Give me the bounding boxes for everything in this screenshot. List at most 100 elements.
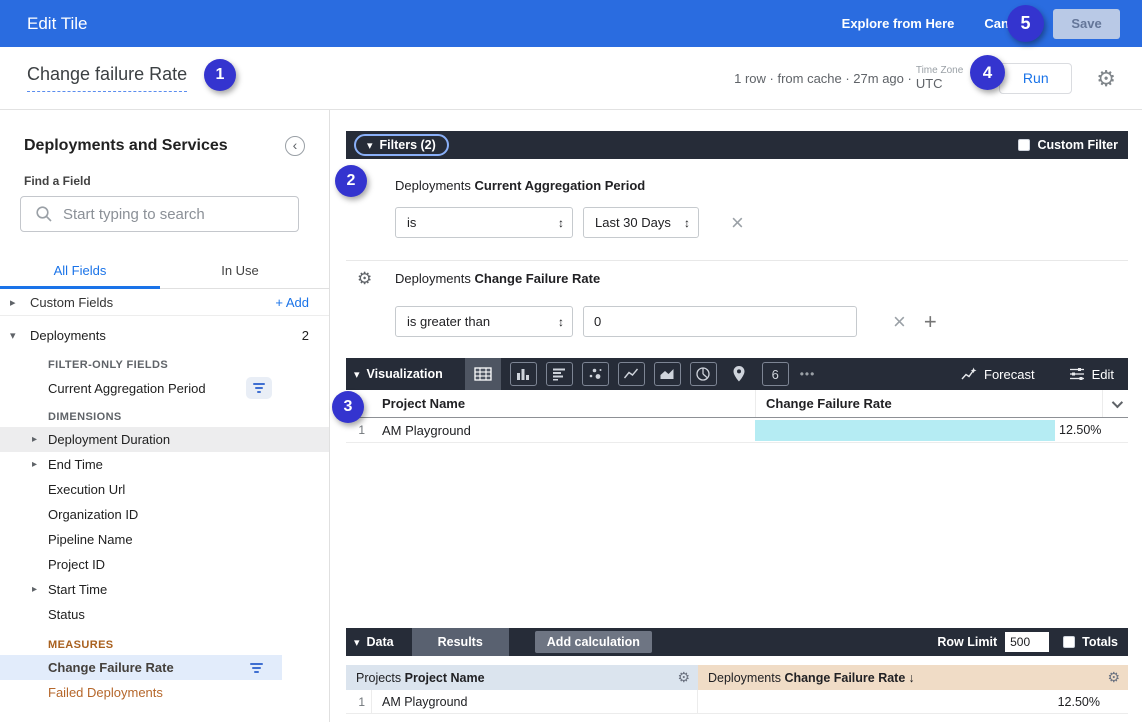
edit-visualization-button[interactable]: Edit <box>1069 366 1114 382</box>
chevron-right-icon[interactable]: ▸ <box>10 296 30 309</box>
run-button[interactable]: Run <box>999 63 1072 94</box>
more-visualizations-icon[interactable]: ••• <box>800 367 816 381</box>
scatter-chart-icon[interactable] <box>582 362 609 386</box>
explore-from-here-link[interactable]: Explore from Here <box>842 16 955 31</box>
sort-descending-icon: ↓ <box>908 671 914 685</box>
filter-gear-icon[interactable]: ⚙ <box>357 269 372 289</box>
project-name-cell: AM Playground <box>372 690 698 713</box>
filter-only-fields-header: FILTER-ONLY FIELDS <box>0 349 329 375</box>
remove-filter-icon[interactable]: × <box>731 212 744 234</box>
forecast-button[interactable]: Forecast <box>961 366 1035 382</box>
bar-chart-icon[interactable] <box>510 362 537 386</box>
field-project-id[interactable]: Project ID <box>0 552 329 577</box>
vis-table-header: Project Name Change Failure Rate <box>346 390 1128 418</box>
column-header-change-failure-rate[interactable]: Change Failure Rate <box>755 390 1102 417</box>
pie-chart-icon[interactable] <box>690 362 717 386</box>
timezone-label: Time Zone <box>916 66 963 76</box>
visualization-section-bar: ▾ Visualization <box>346 358 1128 390</box>
add-calculation-button[interactable]: Add calculation <box>535 631 652 653</box>
collapse-sidebar-icon[interactable]: ‹ <box>285 136 305 156</box>
annotation-badge-5: 5 <box>1007 5 1044 42</box>
custom-filter-checkbox[interactable] <box>1018 139 1030 151</box>
add-filter-icon[interactable]: + <box>924 311 937 333</box>
filter-1-controls: is ↕ Last 30 Days ↕ × <box>395 207 744 238</box>
custom-filter-label: Custom Filter <box>1037 138 1118 152</box>
settings-gear-icon[interactable]: ⚙ <box>1096 69 1116 88</box>
field-organization-id[interactable]: Organization ID <box>0 502 329 527</box>
row-limit-input[interactable] <box>1005 632 1049 652</box>
explore-main-panel: ▾ Filters (2) Custom Filter Deployments … <box>331 110 1142 722</box>
annotation-badge-1: 1 <box>204 59 236 91</box>
filter-active-icon[interactable] <box>246 377 272 399</box>
chevron-down-icon[interactable]: ▾ <box>354 636 360 649</box>
row-chart-icon[interactable] <box>546 362 573 386</box>
data-section-bar: ▾ Data Results Add calculation Row Limit… <box>346 628 1128 656</box>
chevron-down-icon[interactable]: ▾ <box>10 329 30 342</box>
field-execution-url[interactable]: Execution Url <box>0 477 329 502</box>
explore-view-title: Deployments and Services <box>24 137 285 155</box>
field-failed-deployments[interactable]: Failed Deployments <box>0 680 329 705</box>
column-menu-chevron-icon[interactable] <box>1111 396 1122 407</box>
tile-title[interactable]: Change failure Rate <box>27 64 187 92</box>
query-status: 1 row · from cache · 27m ago · <box>734 71 912 86</box>
field-change-failure-rate[interactable]: Change Failure Rate <box>0 655 282 680</box>
field-pipeline-name[interactable]: Pipeline Name <box>0 527 329 552</box>
totals-checkbox[interactable] <box>1063 636 1075 648</box>
field-tree: ▸ Custom Fields + Add ▾ Deployments 2 FI… <box>0 289 329 705</box>
field-status[interactable]: Status <box>0 602 329 627</box>
area-chart-icon[interactable] <box>654 362 681 386</box>
map-pin-icon[interactable] <box>726 362 753 386</box>
select-arrows-icon: ↕ <box>558 216 564 230</box>
timezone-block: Time Zone UTC <box>916 66 963 91</box>
tab-results[interactable]: Results <box>412 628 509 656</box>
results-column-change-failure-rate[interactable]: Deployments Change Failure Rate ↓ ⚙ <box>698 665 1128 690</box>
timezone-value: UTC <box>916 76 943 91</box>
value-cell: 12.50% <box>698 695 1128 709</box>
row-limit-label: Row Limit <box>937 635 997 649</box>
filter-2-field-label: Deployments Change Failure Rate <box>395 271 600 286</box>
field-current-aggregation-period[interactable]: Current Aggregation Period <box>0 375 329 401</box>
chevron-right-icon[interactable]: ▸ <box>32 459 37 470</box>
table-row[interactable]: 1 AM Playground 12.50% <box>346 690 1128 714</box>
annotation-badge-2: 2 <box>335 165 367 197</box>
column-gear-icon[interactable]: ⚙ <box>677 669 690 686</box>
column-header-project-name[interactable]: Project Name <box>372 396 755 411</box>
find-a-field-label: Find a Field <box>0 156 329 194</box>
filters-expander[interactable]: ▾ Filters (2) <box>354 134 449 156</box>
chevron-down-icon[interactable]: ▾ <box>354 368 360 381</box>
single-value-icon[interactable]: 6 <box>762 362 789 386</box>
fields-in-use-count: 2 <box>302 328 309 343</box>
search-icon <box>35 205 53 223</box>
measures-header: MEASURES <box>0 627 329 655</box>
sliders-icon <box>1069 366 1085 382</box>
column-gear-icon[interactable]: ⚙ <box>1107 669 1120 686</box>
tab-all-fields[interactable]: All Fields <box>0 254 160 288</box>
chevron-right-icon[interactable]: ▸ <box>32 584 37 595</box>
table-row[interactable]: 1 AM Playground 12.50% <box>346 418 1128 443</box>
field-start-time[interactable]: ▸ Start Time <box>0 577 329 602</box>
custom-fields-row[interactable]: ▸ Custom Fields + Add <box>0 289 329 316</box>
chevron-down-icon: ▾ <box>367 139 373 152</box>
add-custom-field-button[interactable]: + Add <box>275 295 309 310</box>
tab-in-use[interactable]: In Use <box>160 254 320 288</box>
field-deployment-duration[interactable]: ▸ Deployment Duration <box>0 427 329 452</box>
field-search-box[interactable] <box>20 196 299 232</box>
page-title: Edit Tile <box>27 14 87 34</box>
save-button[interactable]: Save <box>1053 9 1120 39</box>
filter-active-icon[interactable] <box>250 663 263 673</box>
value-bar-cell: 12.50% <box>755 418 1102 442</box>
line-chart-icon[interactable] <box>618 362 645 386</box>
field-end-time[interactable]: ▸ End Time <box>0 452 329 477</box>
chevron-right-icon[interactable]: ▸ <box>32 434 37 445</box>
search-input[interactable] <box>63 206 288 223</box>
remove-filter-icon[interactable]: × <box>893 311 906 333</box>
filter-1-value-select[interactable]: Last 30 Days ↕ <box>583 207 699 238</box>
results-column-project-name[interactable]: Projects Project Name ⚙ <box>346 665 698 690</box>
filter-1-operator-select[interactable]: is ↕ <box>395 207 573 238</box>
deployments-group-row[interactable]: ▾ Deployments 2 <box>0 322 329 349</box>
table-chart-icon[interactable] <box>465 358 501 390</box>
filter-2-operator-select[interactable]: is greater than ↕ <box>395 306 573 337</box>
value-bar <box>755 420 1055 441</box>
filter-2-value-input[interactable] <box>583 306 857 337</box>
annotation-badge-4: 4 <box>970 55 1005 90</box>
